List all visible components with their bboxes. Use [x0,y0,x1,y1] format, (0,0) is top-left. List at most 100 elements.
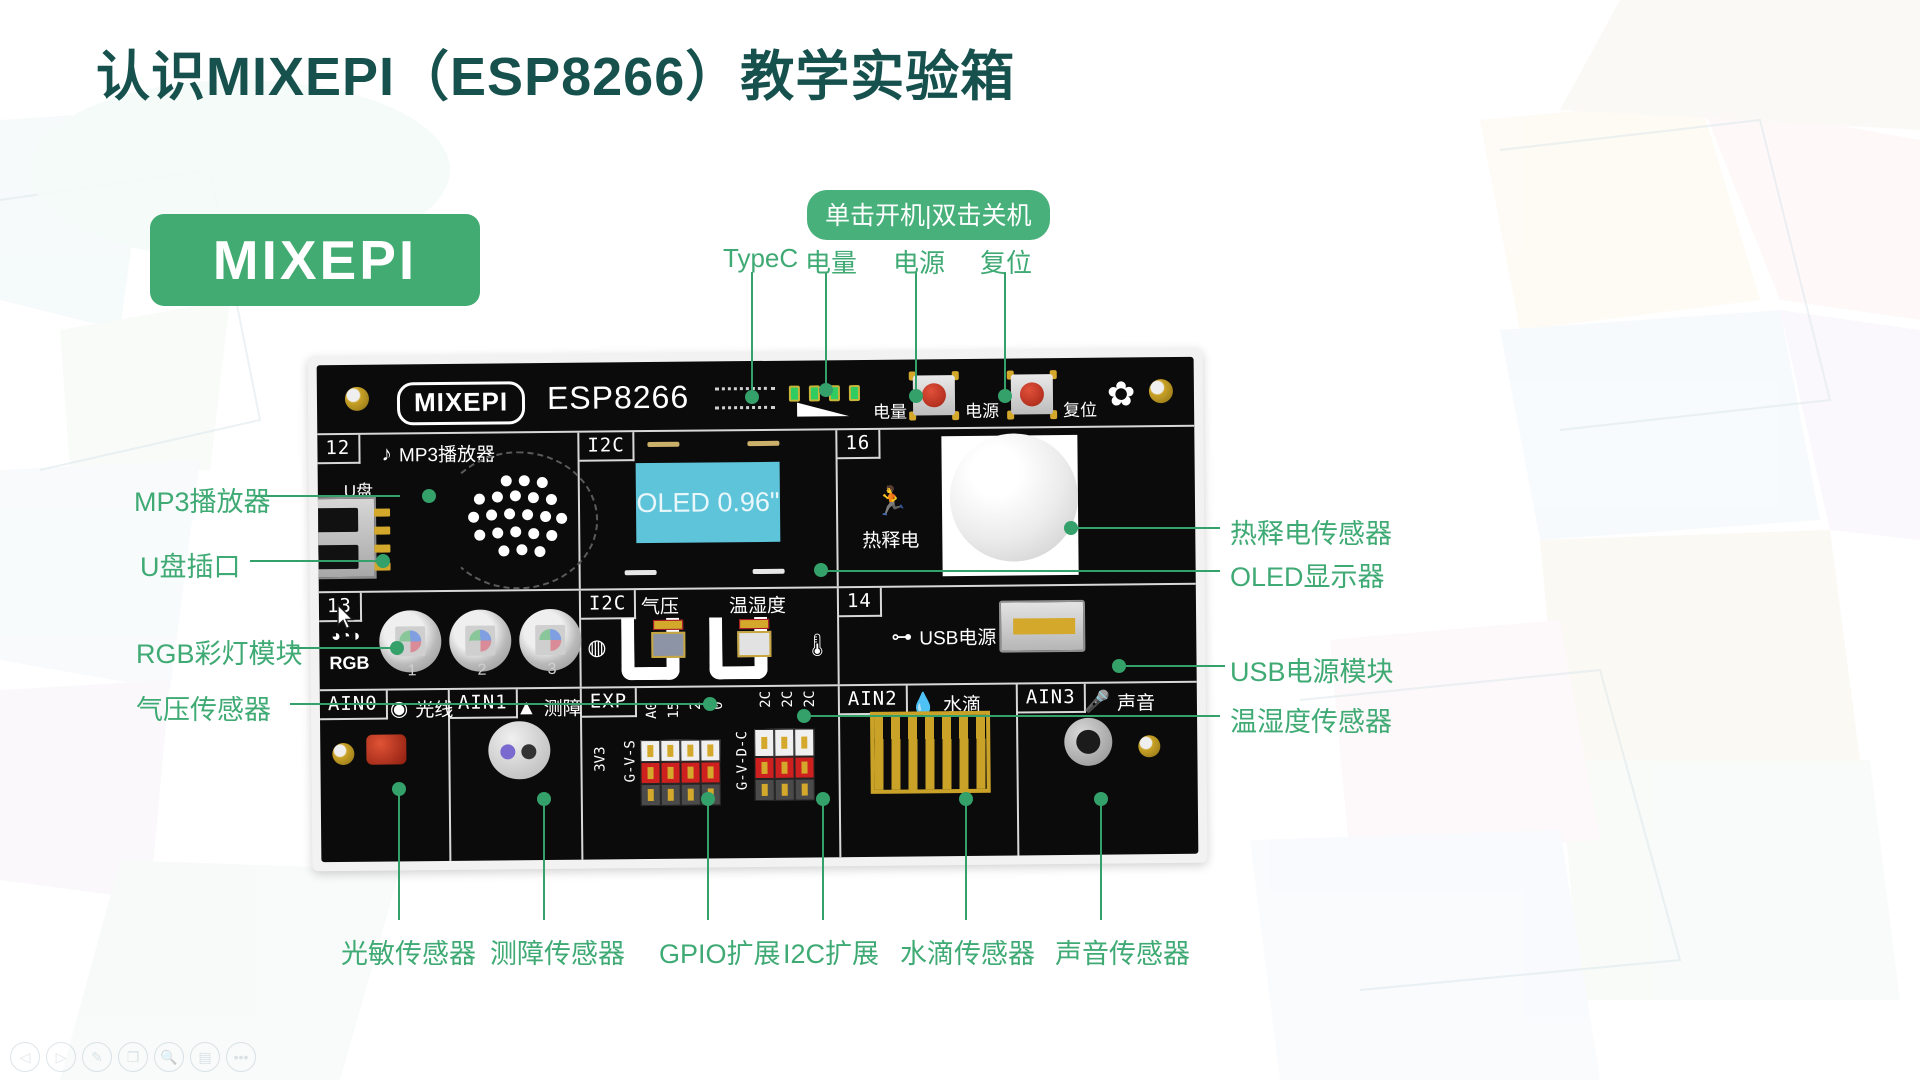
leader-oled [820,570,1220,572]
exp-voltage-label: 3V3 [592,746,609,772]
cell-env-sensors[interactable]: I2C 气压 温湿度 ◍ 🌡 [580,588,840,687]
battery-gauge-icon [797,402,850,417]
callout-pressure-sensor: 气压传感器 [136,695,271,725]
mixepi-board: MIXEPI ESP8266 电量 电源 复位 ✿ 12 ♪ MP3播放器 U盘… [307,347,1208,872]
pen-tool-button[interactable]: ✎ [82,1042,112,1072]
leader-dot-rgb [390,641,404,655]
leader-typec [751,272,753,397]
cell-tag-ain0: AIN0 [319,690,388,721]
callout-battery: 电量 [805,248,858,278]
thermometer-icon: 🌡 [803,632,832,658]
cell-light-sensor[interactable]: AIN0 ◉ 光线 [319,689,453,863]
cell-tag-12: 12 [317,434,361,465]
zoom-button[interactable]: 🔍 [154,1042,184,1072]
slides-overview-button[interactable]: ❐ [118,1042,148,1072]
obstacle-ir-module [488,720,551,780]
i2c-header-block[interactable] [754,728,815,802]
cell-oled[interactable]: I2C OLED 0.96" [579,430,839,589]
leader-dot-usb [376,554,390,568]
cell-title-pressure: 气压 [640,596,680,619]
leader-temphum [810,715,1220,717]
leader-pressure [290,703,710,705]
leader-i2c [822,800,824,920]
callout-reset: 复位 [980,248,1033,278]
rgb-led-number-3: 3 [547,660,557,679]
leader-dot-pir [1064,521,1078,535]
reset-tact-button[interactable] [1010,374,1054,415]
callout-temp-humidity-sensor: 温湿度传感器 [1230,707,1392,737]
cell-usb-power[interactable]: 14 ⊶ USB电源 [838,585,1197,684]
callout-i2c-expansion: I2C扩展 [783,939,880,969]
previous-slide-button[interactable]: ◁ [10,1042,40,1072]
usb-pin [374,508,391,517]
cell-tag-14: 14 [838,587,882,618]
exp-i2c-pin-label-3: 2C [801,690,818,708]
cell-water-sensor[interactable]: AIN2 💧 水滴 [839,684,1020,858]
leader-mp3 [255,495,400,497]
mouse-cursor [337,604,355,630]
speaker-grid [468,475,568,566]
page-title: 认识MIXEPI（ESP8266）教学实验箱 [96,47,1016,107]
usb-pin [374,526,391,535]
leader-dot-light [392,782,406,796]
callout-light-sensor: 光敏传感器 [341,939,476,969]
usb-power-connector[interactable] [998,599,1086,653]
callout-water-sensor: 水滴传感器 [900,939,1035,969]
callout-pir-sensor: 热释电传感器 [1230,519,1392,549]
cell-sound-sensor[interactable]: AIN3 🎤 声音 [1017,683,1199,856]
leader-dot-battery [819,383,833,397]
eye-icon: ◉ [389,697,409,721]
cell-mp3-player[interactable]: 12 ♪ MP3播放器 U盘 [316,432,599,592]
microphone-icon: 🎤 [1083,690,1111,714]
board-chip-name: MIXEPI [396,381,526,426]
leader-dot-water [959,792,973,806]
running-person-icon: 🏃 [873,485,909,517]
light-sensor-ldr [366,734,407,765]
notes-button[interactable]: ▤ [190,1042,220,1072]
cell-obstacle-sensor[interactable]: AIN1 ▲ 测障 [449,688,584,861]
mounting-hole [332,742,355,766]
callout-gpio-expansion: GPIO扩展 [659,939,781,969]
presenter-toolbar[interactable]: ◁ ▷ ✎ ❐ 🔍 ▤ ••• [10,1042,256,1072]
next-slide-button[interactable]: ▷ [46,1042,76,1072]
cone-icon: ▲ [515,696,537,720]
battery-led [788,385,801,402]
battery-led [848,385,861,402]
leader-gpio [707,800,709,920]
callout-obstacle-sensor: 测障传感器 [490,939,625,969]
cell-tag-i2c-oled: I2C [579,432,635,462]
pressure-ic [651,631,686,659]
power-hint-pill: 单击开机|双击关机 [807,190,1050,240]
leader-dot-pressure [703,697,717,711]
cell-tag-ain3: AIN3 [1017,683,1086,714]
cell-title-obstacle: 测障 [543,698,582,721]
pcb-label-battery: 电量 [873,402,908,422]
exp-i2c-side-label: G-V-D-C [734,731,751,791]
leader-rgb [290,647,400,649]
usb-a-port[interactable] [316,496,391,580]
pcb-label-rgb: RGB [329,652,370,674]
leader-dot-i2c [816,792,830,806]
leader-water [965,800,967,920]
board-row-1: 12 ♪ MP3播放器 U盘 I2C OLED 0.96" 16 🏃 热释电 [316,426,1196,594]
leader-dot-sound [1094,792,1108,806]
cell-tag-i2c-env: I2C [580,590,637,620]
mounting-hole [344,386,370,411]
cell-rgb[interactable]: 13 ◕◔◑ RGB 1 2 3 [318,590,582,690]
callout-usb-power-module: USB电源模块 [1230,657,1394,687]
pcb-label-power: 电源 [965,401,1000,421]
cell-title-humidity: 温湿度 [728,595,787,618]
microphone-module [1064,717,1113,767]
leader-reset [1004,272,1006,395]
board-row-3: AIN0 ◉ 光线 AIN1 ▲ 测障 EXP 3V3 G-V-S A0 15 … [319,683,1199,863]
more-options-button[interactable]: ••• [226,1042,256,1072]
mounting-hole [1138,735,1161,758]
board-frame: MIXEPI ESP8266 电量 电源 复位 ✿ 12 ♪ MP3播放器 U盘… [307,347,1208,872]
leader-power [915,272,917,395]
leader-dot-mp3 [422,489,436,503]
callout-sound-sensor: 声音传感器 [1055,939,1190,969]
music-note-icon: ♪ [381,442,393,466]
usb-slot [316,507,359,533]
cell-pir[interactable]: 16 🏃 热释电 [837,427,1195,586]
leader-dot-obstacle [537,792,551,806]
